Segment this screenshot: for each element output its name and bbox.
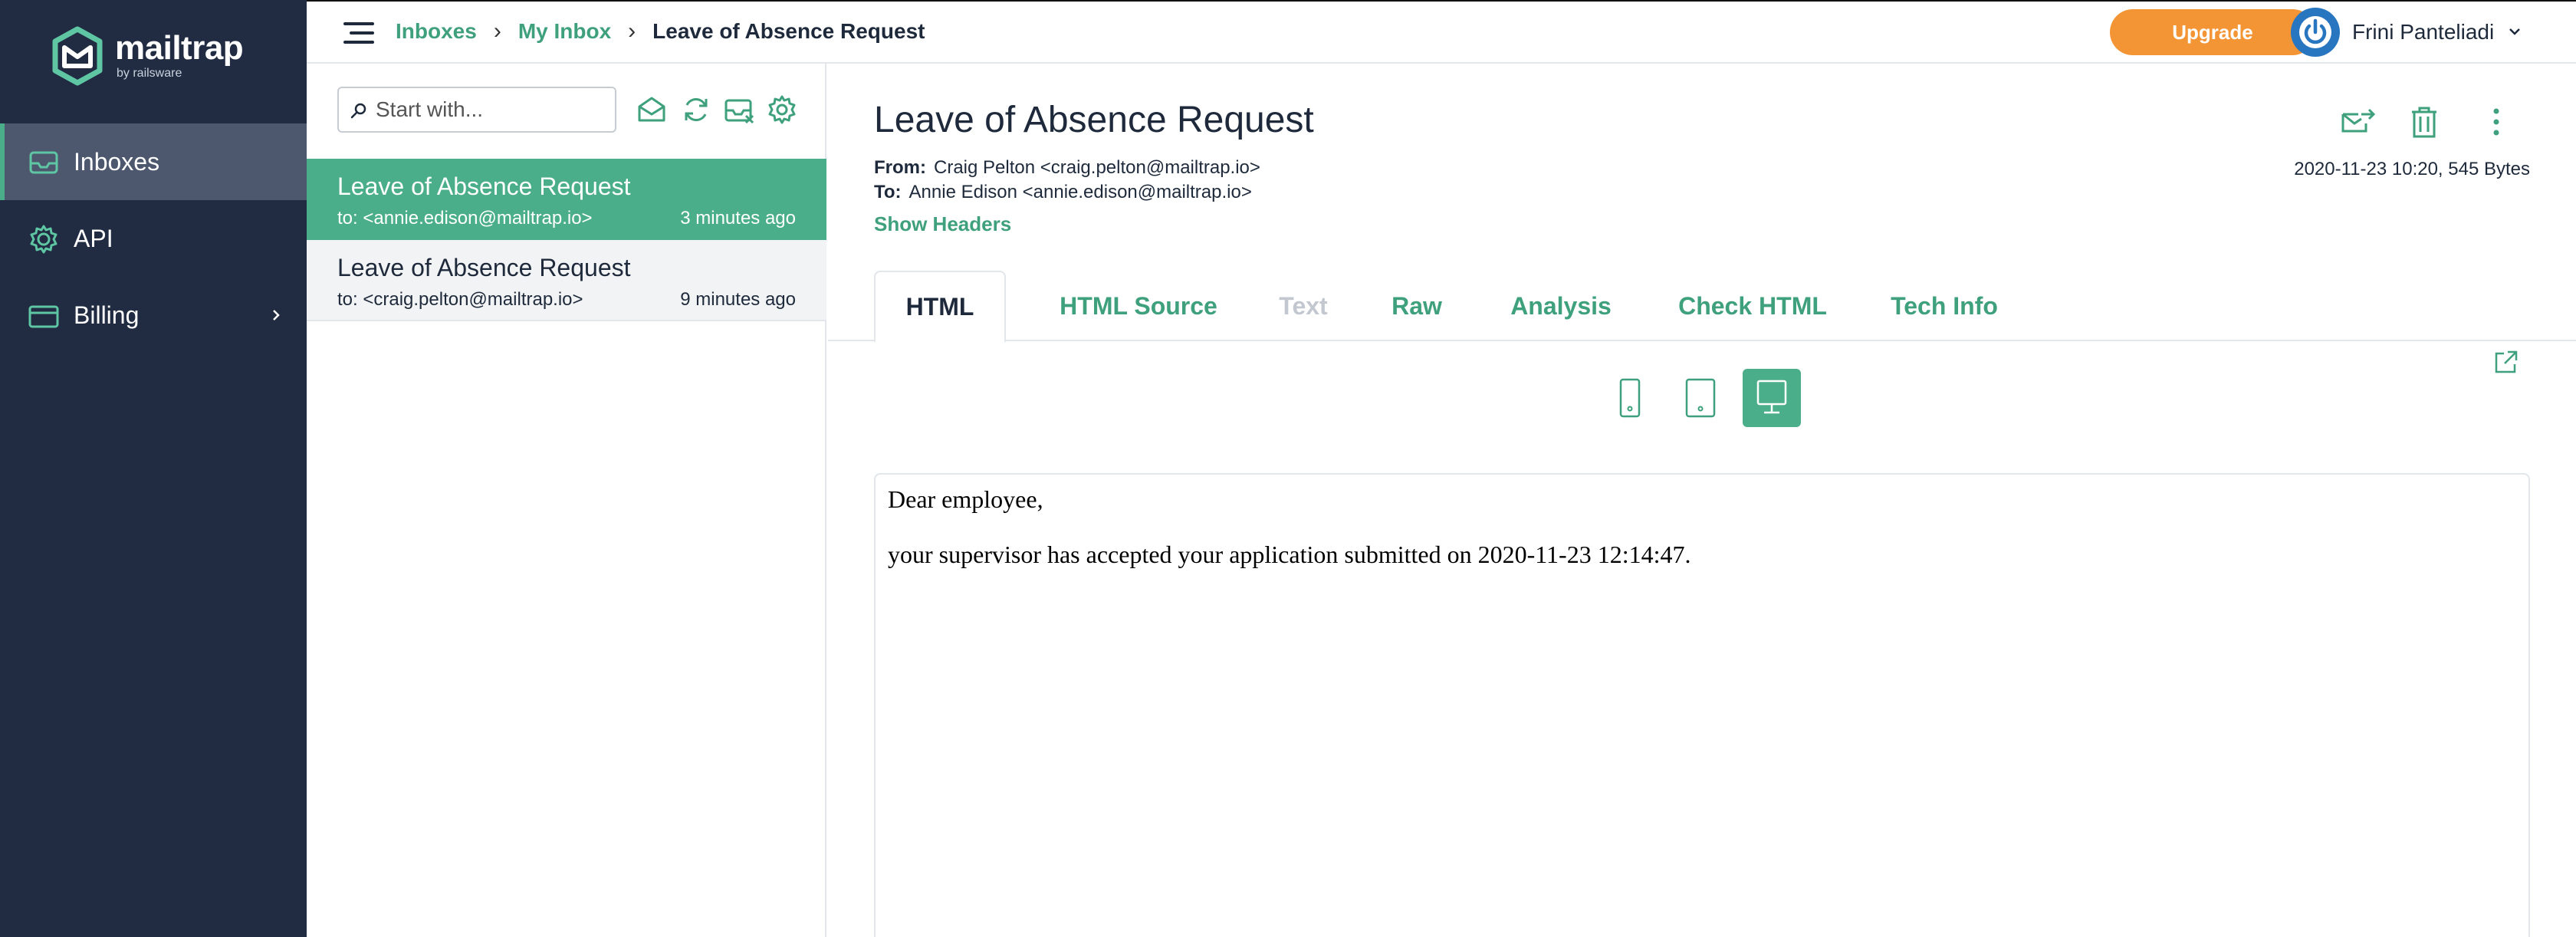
email-body-greeting: Dear employee, xyxy=(888,485,1043,513)
tab-html[interactable]: HTML xyxy=(874,271,1006,343)
clean-inbox-icon[interactable] xyxy=(724,94,754,125)
more-options-icon[interactable] xyxy=(2478,104,2515,140)
breadcrumb: Inboxes › My Inbox › Leave of Absence Re… xyxy=(396,18,925,44)
view-mobile-button[interactable] xyxy=(1601,369,1659,427)
tab-text[interactable]: Text xyxy=(1250,271,1357,341)
show-headers-link[interactable]: Show Headers xyxy=(874,212,1011,236)
to-label: To: xyxy=(874,182,902,202)
refresh-icon[interactable] xyxy=(681,94,711,125)
search-icon xyxy=(350,103,366,119)
avatar[interactable] xyxy=(2291,8,2340,57)
message-list-item[interactable]: Leave of Absence Request to: <annie.edis… xyxy=(307,159,826,240)
mailtrap-logo-icon xyxy=(52,26,103,86)
breadcrumb-inboxes[interactable]: Inboxes xyxy=(396,19,477,44)
message-tabs: HTML HTML Source Text Raw Analysis Check… xyxy=(828,271,2576,343)
open-external-icon[interactable] xyxy=(2493,349,2519,375)
sidebar-item-inboxes[interactable]: Inboxes xyxy=(0,123,307,200)
message-list-item[interactable]: Leave of Absence Request to: <craig.pelt… xyxy=(307,240,826,321)
message-list-panel: Leave of Absence Request to: <annie.edis… xyxy=(307,64,826,937)
email-preview: Dear employee, your supervisor has accep… xyxy=(874,473,2530,937)
message-time: 9 minutes ago xyxy=(680,289,796,310)
search-field[interactable] xyxy=(337,87,616,133)
chevron-down-icon[interactable] xyxy=(2507,26,2522,37)
breadcrumb-my-inbox[interactable]: My Inbox xyxy=(518,19,611,44)
sidebar-item-label: Billing xyxy=(74,301,140,329)
trash-icon[interactable] xyxy=(2406,104,2443,140)
from-line: From: Craig Pelton <craig.pelton@mailtrap… xyxy=(874,157,1260,179)
upgrade-button[interactable]: Upgrade xyxy=(2110,9,2315,55)
tab-html-source[interactable]: HTML Source xyxy=(1030,271,1247,341)
desktop-icon xyxy=(1756,380,1787,414)
message-date-size: 2020-11-23 10:20, 545 Bytes xyxy=(2294,159,2530,179)
top-bar: Inboxes › My Inbox › Leave of Absence Re… xyxy=(307,0,2576,64)
to-value: Annie Edison <annie.edison@mailtrap.io> xyxy=(909,182,1252,202)
tablet-icon xyxy=(1685,378,1716,418)
tab-analysis[interactable]: Analysis xyxy=(1477,271,1645,341)
breadcrumb-separator: › xyxy=(493,18,501,44)
mark-read-icon[interactable] xyxy=(636,94,667,125)
message-recipient: to: <craig.pelton@mailtrap.io> xyxy=(337,289,583,310)
sidebar-item-label: Inboxes xyxy=(74,147,160,176)
message-time: 3 minutes ago xyxy=(680,208,796,228)
power-icon xyxy=(2294,11,2337,54)
card-icon xyxy=(28,305,59,328)
brand-name: mailtrap xyxy=(115,29,244,67)
view-tablet-button[interactable] xyxy=(1671,369,1730,427)
message-subject: Leave of Absence Request xyxy=(337,173,631,200)
to-line: To: Annie Edison <annie.edison@mailtrap.i… xyxy=(874,182,1252,203)
tab-tech-info[interactable]: Tech Info xyxy=(1845,271,2044,341)
settings-gear-icon[interactable] xyxy=(767,94,797,125)
from-value: Craig Pelton <craig.pelton@mailtrap.io> xyxy=(934,157,1260,178)
sidebar-item-api[interactable]: API xyxy=(0,200,307,277)
breadcrumb-current: Leave of Absence Request xyxy=(652,19,925,43)
gear-icon xyxy=(30,225,58,254)
email-body-text: your supervisor has accepted your applic… xyxy=(888,541,1691,568)
brand-logo[interactable]: mailtrap by railsware xyxy=(51,26,244,86)
menu-icon[interactable] xyxy=(343,20,374,46)
chevron-right-icon xyxy=(273,310,280,321)
tab-check-html[interactable]: Check HTML xyxy=(1636,271,1869,341)
inbox-icon xyxy=(29,151,58,174)
user-name[interactable]: Frini Panteliadi xyxy=(2352,20,2494,44)
from-label: From: xyxy=(874,157,926,178)
sidebar-item-label: API xyxy=(74,224,113,252)
page-title: Leave of Absence Request xyxy=(874,100,1314,140)
message-recipient: to: <annie.edison@mailtrap.io> xyxy=(337,208,593,228)
message-subject: Leave of Absence Request xyxy=(337,254,631,281)
sidebar: mailtrap by railsware Inboxes API Billin… xyxy=(0,0,307,937)
search-input[interactable] xyxy=(376,96,606,123)
tab-raw[interactable]: Raw xyxy=(1363,271,1470,341)
mobile-icon xyxy=(1619,378,1641,418)
forward-icon[interactable] xyxy=(2340,104,2377,140)
breadcrumb-separator: › xyxy=(628,18,636,44)
sidebar-item-billing[interactable]: Billing xyxy=(0,277,307,353)
brand-tagline: by railsware xyxy=(117,67,182,80)
view-desktop-button[interactable] xyxy=(1743,369,1801,427)
message-detail: Leave of Absence Request From: Craig Pelt… xyxy=(828,64,2576,937)
